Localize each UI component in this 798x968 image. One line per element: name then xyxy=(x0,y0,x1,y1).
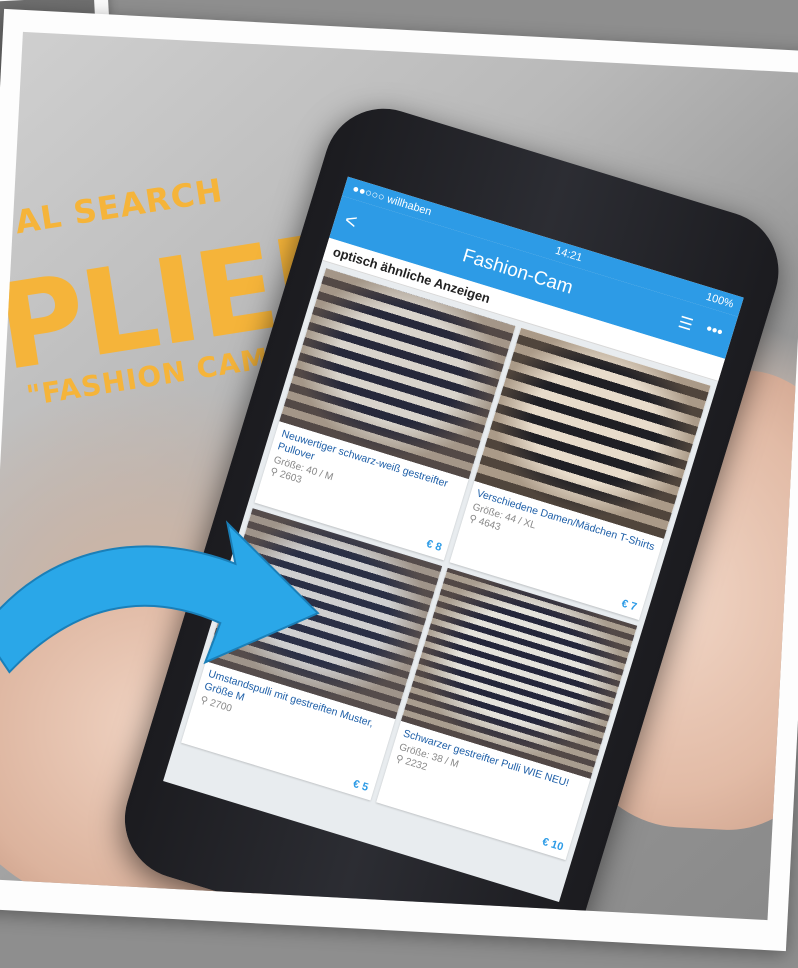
listing-price: € 5 xyxy=(351,777,370,794)
arrow-shape xyxy=(0,520,320,674)
list-view-icon[interactable]: ☰ xyxy=(676,312,696,335)
listing-price: € 10 xyxy=(540,835,565,854)
polaroid-photo: AL SEARCH PLIED "FASHION CAM" ●●○○○ will… xyxy=(0,8,798,952)
location-pin-icon: ⚲ xyxy=(268,466,279,479)
listing-price: € 8 xyxy=(424,537,444,554)
arrow-icon xyxy=(0,520,320,674)
more-icon[interactable]: ••• xyxy=(703,320,725,344)
location-pin-icon: ⚲ xyxy=(394,753,405,767)
location-pin-icon: ⚲ xyxy=(467,513,478,527)
listing-price: € 7 xyxy=(620,597,639,614)
back-icon[interactable]: < xyxy=(342,209,360,234)
photo-scene: AL SEARCH PLIED "FASHION CAM" ●●○○○ will… xyxy=(0,31,798,921)
